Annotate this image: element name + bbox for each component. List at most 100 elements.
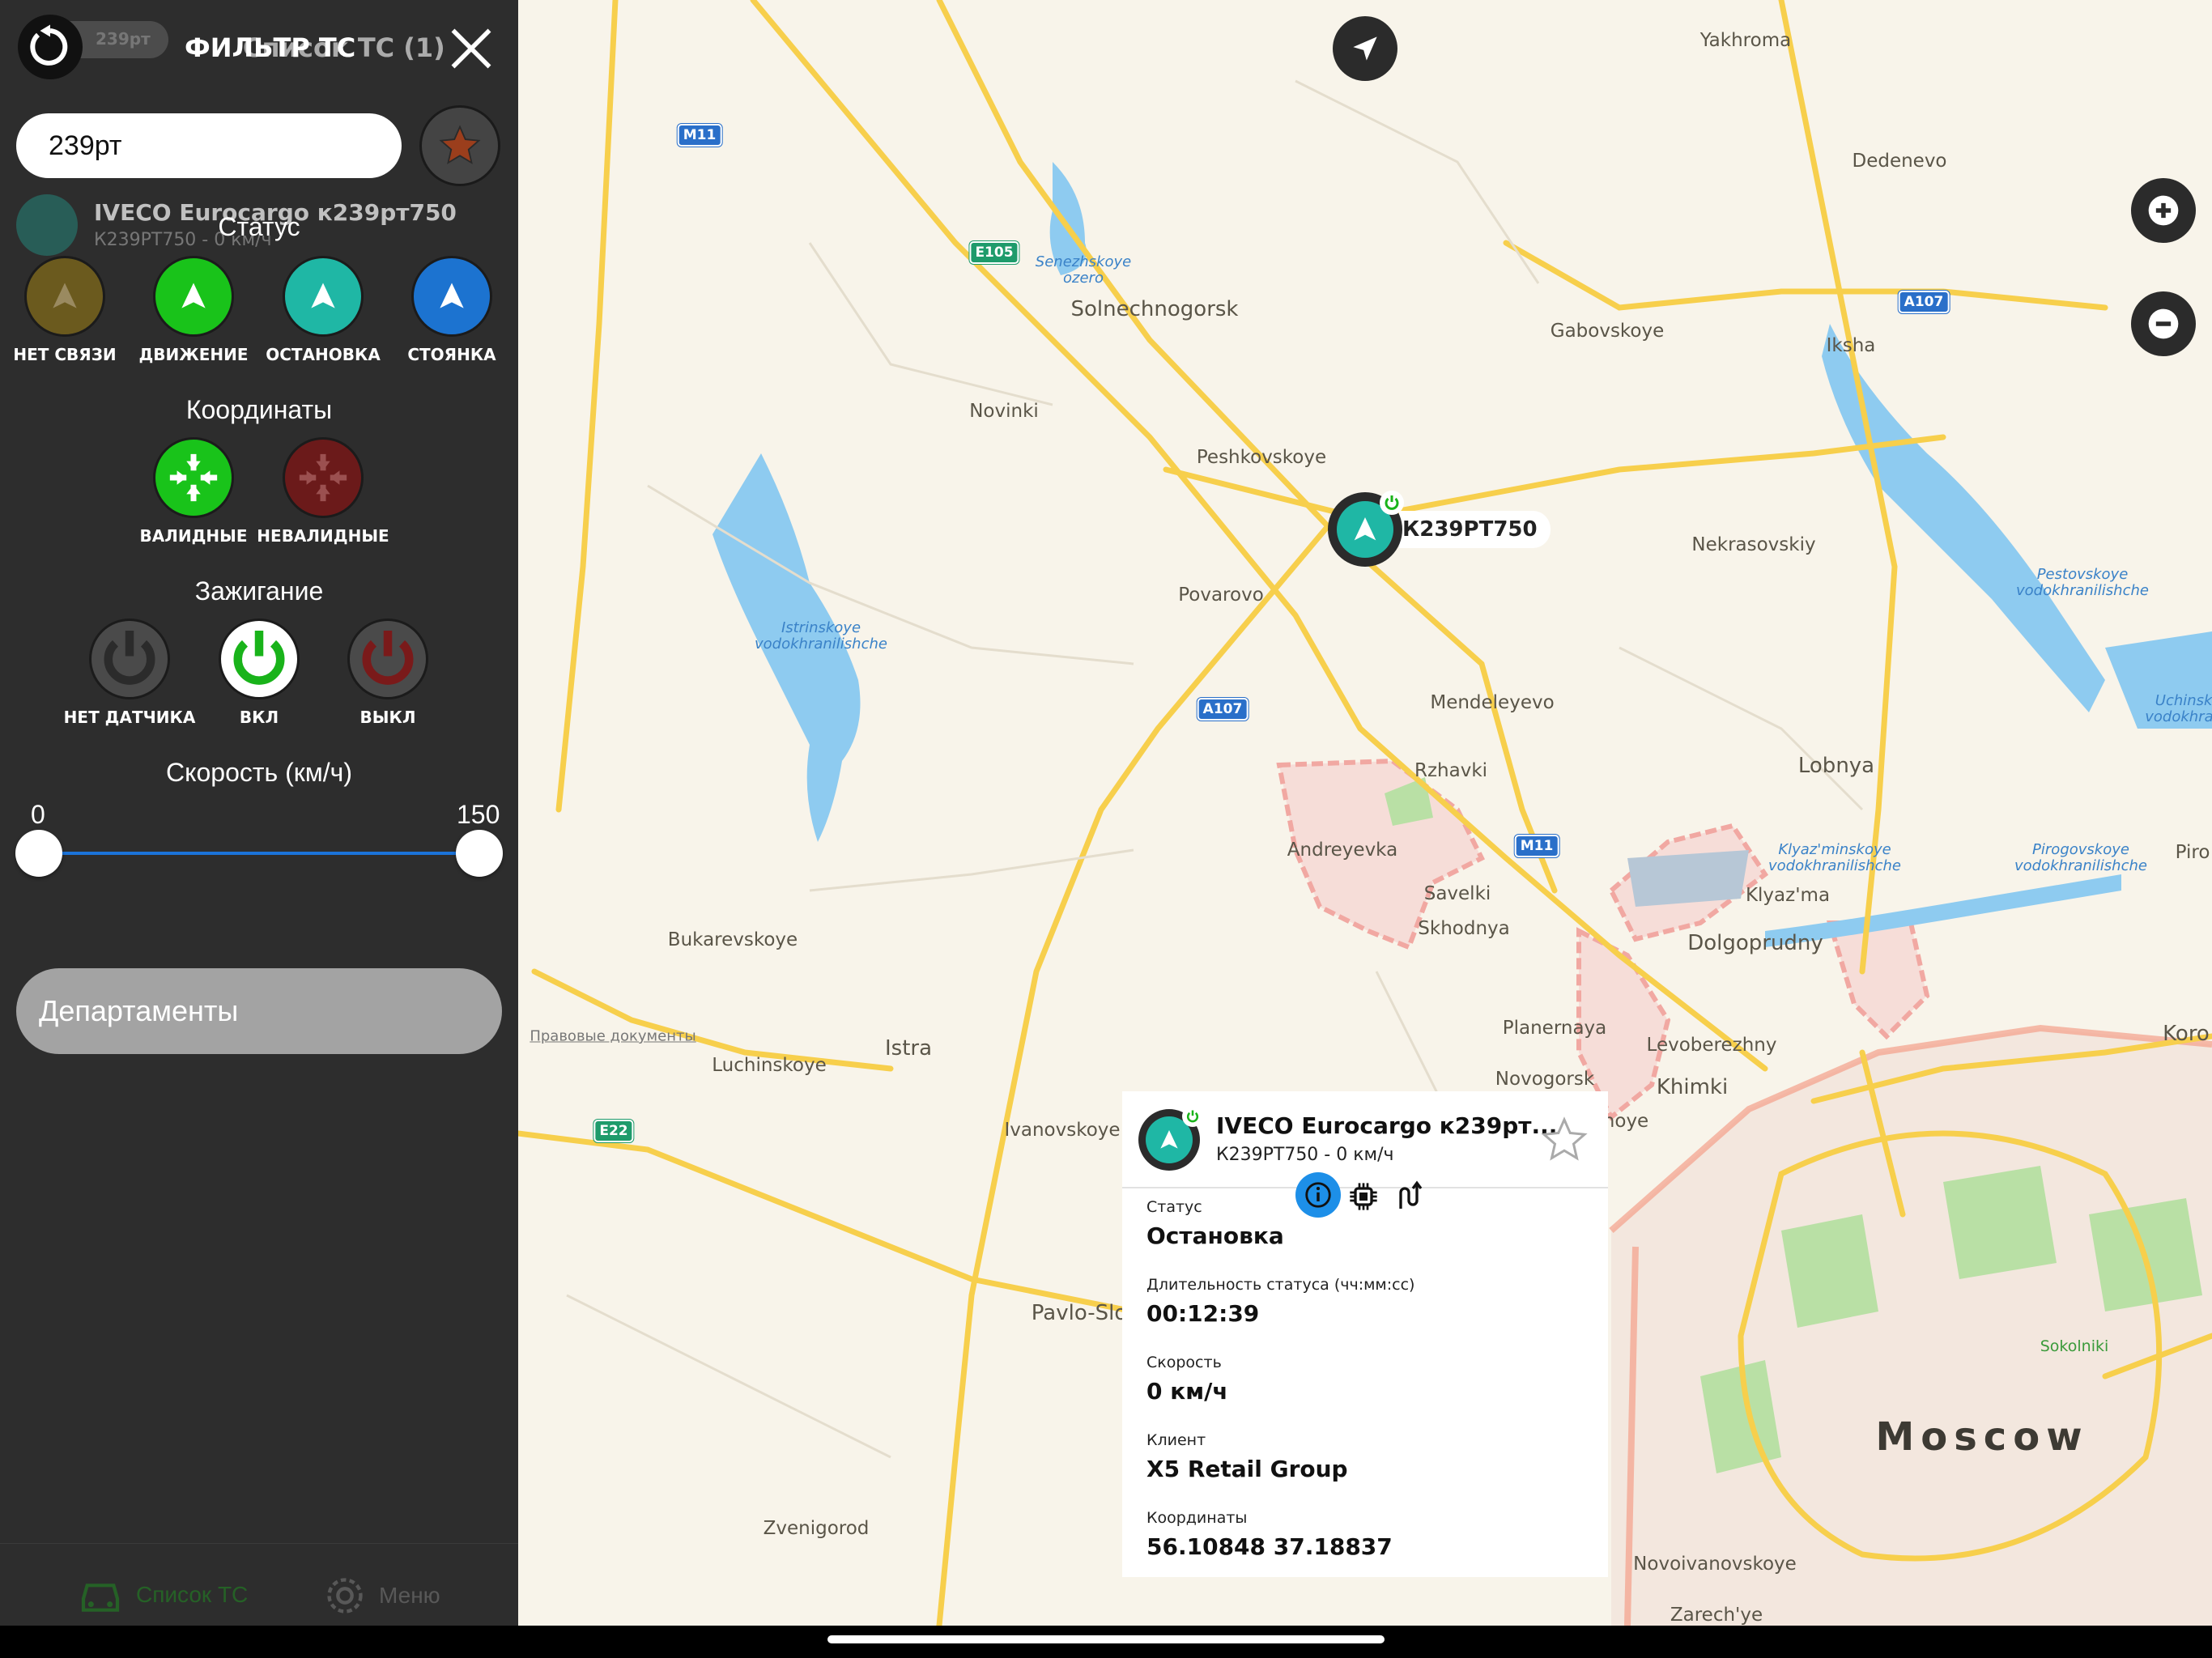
map-label-istrinskoye: Istrinskoye vodokhranilishche — [755, 619, 887, 653]
map-label-povarovo: Povarovo — [1178, 585, 1264, 606]
vehicle-card-header: IVECO Eurocargo к239рт... К239РТ750 - 0 … — [1122, 1091, 1608, 1188]
field-duration-label: Длительность статуса (чч:мм:сс) — [1146, 1276, 1415, 1294]
map-label-luchinskoye: Luchinskoye — [712, 1055, 827, 1076]
favorites-filter-button[interactable] — [419, 105, 500, 186]
map-label-moscow: Moscow — [1875, 1414, 2089, 1460]
status-stopped-label: ОСТАНОВКА — [266, 345, 381, 364]
card-tab-track[interactable] — [1393, 1180, 1425, 1213]
speed-max-handle[interactable] — [456, 830, 503, 877]
ignition-off-label: ВЫКЛ — [359, 708, 416, 727]
field-coords-label: Координаты — [1146, 1509, 1248, 1527]
tab-vehicle-list[interactable]: Список ТС — [78, 1575, 248, 1615]
info-icon — [1305, 1182, 1331, 1208]
map-label-uchinsk: Uchinsk. vodokhran. — [2145, 692, 2212, 725]
ignition-on-label: ВКЛ — [239, 708, 279, 727]
road-shield-e105: E105 — [969, 241, 1019, 264]
status-parked-label: СТОЯНКА — [407, 345, 496, 364]
map-label-solnechnogorsk: Solnechnogorsk — [1070, 297, 1239, 321]
tab-vehicle-list-label: Список ТС — [136, 1582, 249, 1607]
chip-icon — [1350, 1183, 1377, 1210]
ignition-on-icon — [1380, 491, 1404, 515]
vehicle-arrow-icon — [181, 283, 206, 308]
map-label-koro: Koro — [2163, 1022, 2210, 1046]
vehicle-card-title: IVECO Eurocargo к239рт... — [1216, 1112, 1558, 1139]
map-label-yakhroma: Yakhroma — [1699, 30, 1792, 51]
ignition-section-title: Зажигание — [194, 576, 324, 606]
ignition-on-toggle[interactable] — [219, 619, 300, 699]
map-label-peshkovskoye: Peshkovskoye — [1196, 447, 1327, 468]
filter-panel: 239рт Список ТС (1) IVECO Eurocargo к239… — [0, 0, 518, 1626]
tab-menu[interactable]: Меню — [324, 1575, 440, 1617]
vehicle-arrow-icon — [53, 283, 77, 308]
ignition-no-sensor-toggle[interactable] — [89, 619, 170, 699]
home-indicator[interactable] — [827, 1635, 1385, 1643]
ignition-no-sensor-label: НЕТ ДАТЧИКА — [63, 708, 196, 727]
tab-menu-label: Меню — [379, 1583, 440, 1608]
map-label-zarechye: Zarech'ye — [1670, 1605, 1763, 1626]
close-panel-button[interactable] — [447, 24, 496, 73]
road-shield-a107: A107 — [1197, 698, 1249, 721]
field-status-label: Статус — [1146, 1198, 1202, 1216]
field-client-label: Клиент — [1146, 1431, 1206, 1449]
road-shield-m11: M11 — [1514, 835, 1559, 857]
speed-min-handle[interactable] — [15, 830, 62, 877]
zoom-in-button[interactable] — [2131, 178, 2196, 243]
field-speed-label: Скорость — [1146, 1354, 1222, 1371]
vehicle-arrow-icon — [311, 283, 335, 308]
minus-icon — [2148, 308, 2179, 339]
map-label-planernaya: Planernaya — [1502, 1018, 1607, 1039]
road-shield-a107: A107 — [1898, 291, 1950, 313]
map-label-pirogovskoye: Pirogovskoye vodokhranilishche — [2014, 841, 2147, 874]
power-icon — [233, 631, 285, 685]
map-label-rzhavki: Rzhavki — [1414, 760, 1488, 781]
field-client-value: X5 Retail Group — [1146, 1456, 1348, 1482]
star-icon — [439, 125, 481, 164]
map-label-klyazminskoye: Klyaz'minskoye vodokhranilishche — [1768, 841, 1901, 874]
gps-crosshair-icon — [299, 453, 347, 502]
navigation-arrow-icon — [1353, 36, 1377, 61]
reset-icon — [30, 24, 68, 66]
ignition-off-toggle[interactable] — [347, 619, 428, 699]
map-label-iksha: Iksha — [1826, 335, 1876, 356]
card-tab-info[interactable] — [1295, 1172, 1341, 1218]
coords-valid-toggle[interactable] — [153, 437, 234, 518]
map-label-pavlo: Pavlo-Slo — [1031, 1301, 1128, 1325]
vehicle-card-subtitle: К239РТ750 - 0 км/ч — [1216, 1145, 1394, 1165]
home-indicator-bar — [0, 1626, 2212, 1658]
road-shield-m11: M11 — [677, 124, 722, 147]
gps-crosshair-icon — [169, 453, 218, 502]
coords-invalid-toggle[interactable] — [283, 437, 364, 518]
vehicle-marker[interactable]: К239РТ750 — [1328, 491, 1551, 567]
map-label-gabovskoye: Gabovskoye — [1550, 321, 1665, 342]
departments-button[interactable]: Департаменты — [16, 968, 502, 1054]
route-icon — [1399, 1180, 1423, 1209]
status-no-connection-toggle[interactable] — [24, 256, 105, 337]
status-section-title: Статус — [218, 212, 300, 241]
reset-filter-button[interactable] — [18, 15, 83, 79]
map-label-zvenigorod: Zvenigorod — [763, 1518, 870, 1539]
ghost-vehicle-icon — [16, 194, 78, 256]
favorite-button[interactable] — [1540, 1116, 1589, 1164]
vehicle-arrow-icon — [1160, 1130, 1178, 1149]
locate-me-button[interactable] — [1333, 16, 1397, 81]
map-label-sokolniki: Sokolniki — [2040, 1337, 2109, 1355]
map-label-novogorsk: Novogorsk — [1495, 1069, 1595, 1090]
speed-min-value: 0 — [31, 800, 45, 829]
map-label-ivanovskoye: Ivanovskoye — [1004, 1120, 1121, 1141]
map-label-skhodnya: Skhodnya — [1418, 918, 1510, 939]
map-label-dolgoprudny: Dolgoprudny — [1687, 931, 1823, 955]
status-moving-toggle[interactable] — [153, 256, 234, 337]
zoom-out-button[interactable] — [2131, 291, 2196, 356]
card-tab-sensors[interactable] — [1347, 1180, 1380, 1213]
legal-link[interactable]: Правовые документы — [530, 1028, 696, 1045]
status-parked-toggle[interactable] — [411, 256, 492, 337]
vehicle-card-icon — [1138, 1106, 1203, 1171]
vehicle-arrow-icon — [440, 283, 464, 308]
map-label-piro: Piro — [2175, 842, 2210, 863]
coords-valid-label: ВАЛИДНЫЕ — [139, 526, 248, 546]
road-shield-e22: E22 — [593, 1120, 634, 1142]
speed-slider-track[interactable] — [39, 852, 479, 855]
search-input[interactable]: 239рт — [16, 113, 402, 178]
map-label-noye: noye — [1602, 1111, 1649, 1132]
status-stopped-toggle[interactable] — [283, 256, 364, 337]
